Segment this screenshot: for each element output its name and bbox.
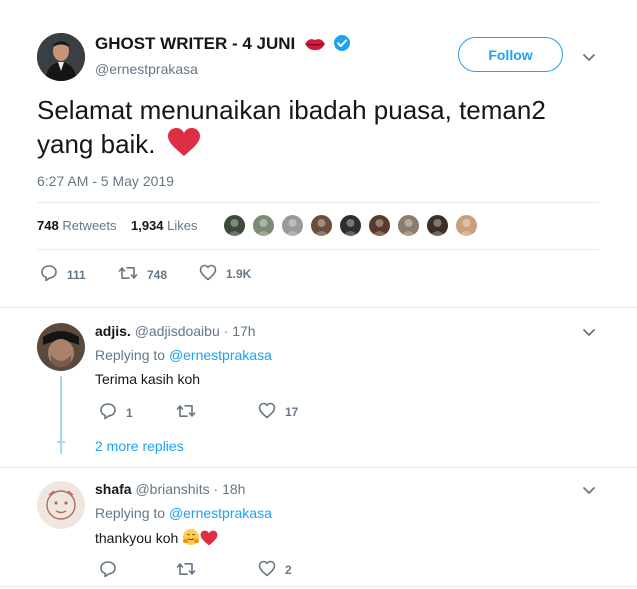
heart-icon bbox=[258, 560, 276, 580]
verified-badge-icon bbox=[333, 34, 351, 57]
reply-action[interactable] bbox=[99, 560, 117, 583]
author-display-name[interactable]: GHOST WRITER - 4 JUNI bbox=[95, 34, 351, 57]
replying-to-label: Replying to bbox=[95, 347, 166, 363]
like-count: 2 bbox=[285, 563, 292, 577]
retweet-action[interactable]: 748 bbox=[118, 264, 167, 285]
divider bbox=[37, 202, 599, 203]
liker-avatar[interactable] bbox=[396, 213, 421, 238]
tweet-text: Selamat menunaikan ibadah puasa, teman2 … bbox=[37, 94, 597, 165]
likes-stat[interactable]: 1,934 Likes bbox=[131, 218, 198, 233]
replying-to-link[interactable]: @ernestprakasa bbox=[169, 347, 272, 363]
follow-button[interactable]: Follow bbox=[458, 37, 563, 72]
reply-header: adjis. @adjisdoaibu · 17h bbox=[95, 323, 256, 339]
liker-avatar[interactable] bbox=[280, 213, 305, 238]
reply-separator: · bbox=[213, 481, 219, 497]
reply-separator: · bbox=[223, 323, 229, 339]
reply-time[interactable]: 18h bbox=[222, 481, 245, 497]
liker-avatar[interactable] bbox=[222, 213, 247, 238]
liker-avatar[interactable] bbox=[251, 213, 276, 238]
divider bbox=[0, 307, 637, 308]
reply-time[interactable]: 17h bbox=[232, 323, 255, 339]
liker-avatar[interactable] bbox=[309, 213, 334, 238]
reply-action[interactable]: 1 bbox=[99, 402, 133, 423]
reply-count: 1 bbox=[126, 405, 133, 420]
reply-avatar[interactable] bbox=[37, 323, 85, 371]
like-action[interactable]: 1.9K bbox=[199, 264, 251, 284]
retweets-count: 748 bbox=[37, 218, 59, 233]
reply-icon bbox=[40, 264, 58, 285]
red-heart-emoji-icon bbox=[167, 127, 201, 165]
liker-avatars bbox=[222, 213, 483, 238]
tweet-text-content: Selamat menunaikan ibadah puasa, teman2 … bbox=[37, 95, 546, 159]
red-heart-emoji-icon bbox=[200, 530, 218, 549]
retweet-action[interactable] bbox=[176, 560, 196, 583]
reply-text: thankyou koh bbox=[95, 528, 218, 549]
tweet-stats: 748 Retweets 1,934 Likes bbox=[37, 218, 198, 233]
liker-avatar[interactable] bbox=[454, 213, 479, 238]
retweet-action[interactable] bbox=[176, 402, 196, 425]
like-action[interactable]: 2 bbox=[258, 560, 292, 580]
author-avatar[interactable] bbox=[37, 33, 85, 81]
reply-icon bbox=[99, 560, 117, 583]
reply-author-handle[interactable]: @brianshits bbox=[135, 481, 209, 497]
heart-icon bbox=[258, 402, 276, 422]
reply-action[interactable]: 111 bbox=[40, 264, 86, 285]
liker-avatar[interactable] bbox=[425, 213, 450, 238]
like-count: 17 bbox=[285, 405, 299, 419]
thread-dots bbox=[57, 441, 65, 443]
hugging-face-emoji-icon bbox=[182, 528, 200, 549]
reply-avatar[interactable] bbox=[37, 481, 85, 529]
reply-author-name[interactable]: adjis. bbox=[95, 323, 131, 339]
divider bbox=[0, 586, 637, 587]
replying-to-label: Replying to bbox=[95, 505, 166, 521]
divider bbox=[37, 249, 599, 250]
reply-count: 111 bbox=[67, 267, 86, 282]
reply-header: shafa @brianshits · 18h bbox=[95, 481, 245, 497]
reply-menu-chevron-down-icon[interactable] bbox=[582, 325, 596, 339]
replying-to: Replying to @ernestprakasa bbox=[95, 505, 272, 521]
retweets-label: Retweets bbox=[62, 218, 117, 233]
replying-to: Replying to @ernestprakasa bbox=[95, 347, 272, 363]
reply-text: Terima kasih koh bbox=[95, 371, 201, 387]
liker-avatar[interactable] bbox=[338, 213, 363, 238]
heart-icon bbox=[199, 264, 217, 284]
more-replies-link[interactable]: 2 more replies bbox=[95, 438, 184, 454]
retweets-stat[interactable]: 748 Retweets bbox=[37, 218, 117, 233]
reply-text-content: thankyou koh bbox=[95, 530, 179, 546]
reply-icon bbox=[99, 402, 117, 423]
divider bbox=[0, 467, 637, 468]
author-handle[interactable]: @ernestprakasa bbox=[95, 61, 198, 77]
author-name-text[interactable]: GHOST WRITER - 4 JUNI bbox=[95, 34, 295, 53]
reply-menu-chevron-down-icon[interactable] bbox=[582, 483, 596, 497]
tweet-timestamp[interactable]: 6:27 AM - 5 May 2019 bbox=[37, 173, 174, 189]
reply-author-handle[interactable]: @adjisdoaibu bbox=[135, 323, 220, 339]
retweet-icon bbox=[176, 402, 196, 425]
likes-count: 1,934 bbox=[130, 218, 164, 233]
replying-to-link[interactable]: @ernestprakasa bbox=[169, 505, 272, 521]
reply-author-name[interactable]: shafa bbox=[95, 481, 132, 497]
likes-label: Likes bbox=[167, 218, 198, 233]
lips-emoji-icon bbox=[304, 36, 326, 57]
retweet-icon bbox=[176, 560, 196, 583]
like-action[interactable]: 17 bbox=[258, 402, 298, 422]
like-count: 1.9K bbox=[226, 267, 252, 281]
retweet-icon bbox=[118, 264, 138, 285]
liker-avatar[interactable] bbox=[367, 213, 392, 238]
retweet-count: 748 bbox=[147, 267, 168, 282]
tweet-menu-chevron-down-icon[interactable] bbox=[582, 50, 596, 64]
